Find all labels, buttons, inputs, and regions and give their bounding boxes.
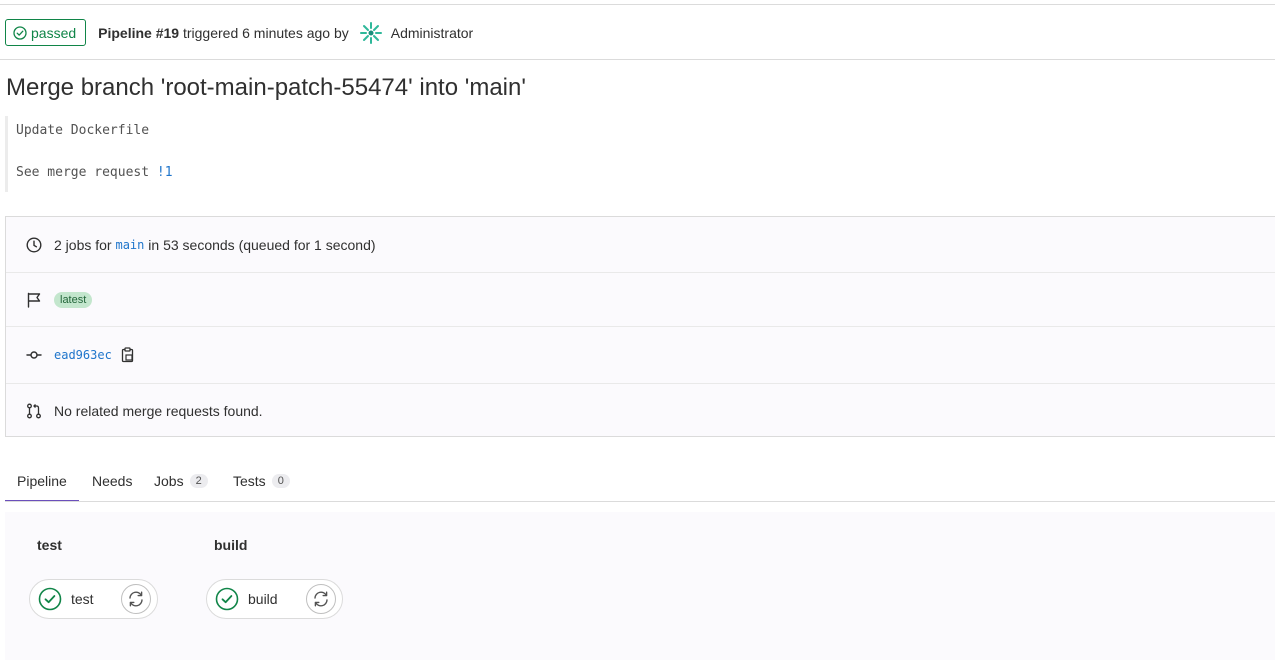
branch-link[interactable]: main (115, 238, 144, 252)
check-circle-icon (13, 25, 27, 40)
pipeline-tabs: Pipeline Needs Jobs 2 Tests 0 (5, 462, 1275, 502)
avatar-icon (359, 21, 382, 44)
jobs-summary-suffix: in 53 seconds (queued for 1 second) (144, 236, 376, 253)
header-divider (0, 59, 1275, 60)
stage-title: test (37, 537, 62, 553)
status-label: passed (31, 24, 77, 41)
job-test[interactable]: test (29, 579, 158, 619)
tab-label: Needs (92, 473, 133, 489)
commit-sha-link[interactable]: ead963ec (54, 348, 112, 362)
merge-requests-row: No related merge requests found. (6, 384, 1275, 438)
commit-description: Update Dockerfile See merge request !1 (5, 116, 408, 192)
tab-pipeline[interactable]: Pipeline (5, 462, 79, 502)
tab-label: Jobs (154, 473, 184, 489)
tests-count-badge: 0 (271, 474, 290, 488)
commit-message-line: See merge request !1 (16, 165, 173, 180)
success-status-icon (215, 587, 239, 611)
jobs-count-badge: 2 (189, 474, 208, 488)
tab-jobs[interactable]: Jobs 2 (154, 462, 208, 500)
tab-needs[interactable]: Needs (92, 462, 132, 500)
jobs-summary-row: 2 jobs for main in 53 seconds (queued fo… (6, 217, 1275, 272)
copy-sha-button[interactable] (121, 347, 135, 363)
no-merge-requests-text: No related merge requests found. (54, 403, 263, 419)
retry-button[interactable] (306, 584, 336, 614)
tab-tests[interactable]: Tests 0 (233, 462, 290, 500)
tabs-divider (5, 501, 1275, 502)
clipboard-icon (121, 347, 133, 363)
job-build[interactable]: build (206, 579, 343, 619)
pipeline-id: Pipeline #19 (98, 24, 180, 41)
top-divider (0, 4, 1275, 5)
latest-badge: latest (54, 291, 93, 308)
pipeline-info-box: 2 jobs for main in 53 seconds (queued fo… (5, 216, 1275, 437)
retry-icon (129, 591, 143, 607)
status-badge[interactable]: passed (5, 19, 87, 46)
commit-icon (26, 347, 42, 363)
commit-message-text: See merge request (16, 165, 157, 180)
badges-row: latest (6, 273, 1275, 326)
pipeline-header: passed Pipeline #19 triggered 6 minutes … (5, 19, 473, 46)
avatar[interactable] (359, 21, 383, 45)
user-link[interactable]: Administrator (391, 25, 473, 41)
merge-request-link[interactable]: !1 (157, 165, 173, 180)
job-name: build (248, 591, 278, 607)
job-name: test (71, 591, 94, 607)
retry-icon (314, 591, 328, 607)
clock-icon (26, 236, 42, 253)
pipeline-graph: test test build build (5, 512, 1275, 660)
tab-label: Tests (233, 473, 266, 489)
commit-title: Merge branch 'root-main-patch-55474' int… (6, 74, 526, 101)
merge-request-icon (26, 403, 42, 419)
jobs-summary-prefix: 2 jobs for (54, 236, 116, 253)
stage-title: build (214, 537, 248, 553)
commit-message-line: Update Dockerfile (16, 123, 150, 138)
flag-icon (26, 292, 42, 308)
triggered-text: triggered 6 minutes ago by (182, 24, 349, 41)
retry-button[interactable] (121, 584, 151, 614)
tab-label: Pipeline (17, 473, 67, 489)
success-status-icon (38, 587, 62, 611)
commit-sha-row: ead963ec (6, 327, 1275, 383)
